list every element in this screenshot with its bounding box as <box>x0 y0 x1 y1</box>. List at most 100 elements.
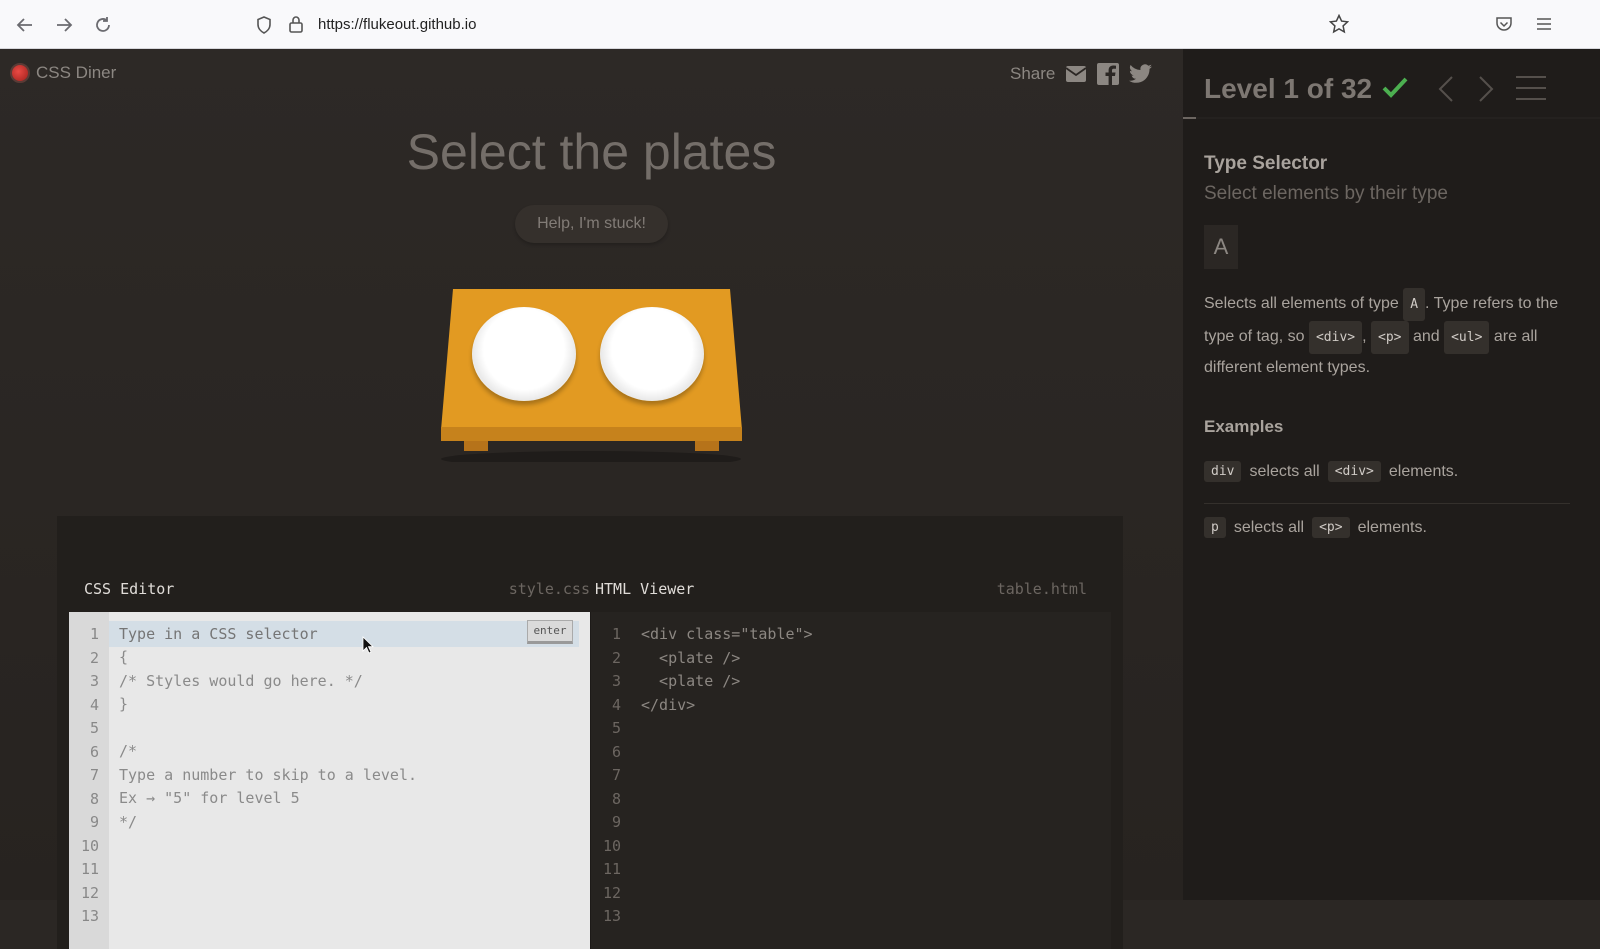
line-number: 7 <box>611 766 621 784</box>
logo[interactable]: CSS Diner <box>10 63 116 83</box>
code-chip: div <box>1204 461 1242 482</box>
plate[interactable] <box>600 307 704 401</box>
html-code-line: <plate /> <box>641 648 741 667</box>
line-number: 6 <box>89 742 99 761</box>
line-number: 7 <box>89 766 99 784</box>
shield-icon[interactable] <box>256 16 272 38</box>
html-viewer-header: HTML Viewer table.html <box>595 516 1087 598</box>
selector-input-row[interactable]: enter <box>109 620 579 647</box>
line-number: 2 <box>611 648 621 667</box>
level-header: Level 1 of 32 <box>1204 73 1408 105</box>
logo-dot-icon <box>10 63 30 83</box>
line-number: 3 <box>89 672 99 690</box>
line-number: 11 <box>80 860 99 878</box>
share-bar: Share <box>1010 63 1153 85</box>
help-button[interactable]: Help, I'm stuck! <box>515 205 668 243</box>
previous-level-icon[interactable] <box>1438 75 1454 107</box>
line-number: 13 <box>80 907 99 925</box>
line-number: 4 <box>611 695 621 714</box>
desc-text: Selects all elements of type <box>1204 295 1399 312</box>
browser-toolbar: https://flukeout.github.io <box>0 0 1600 49</box>
back-arrow-icon[interactable] <box>12 12 38 38</box>
cursor-icon <box>362 636 374 658</box>
line-number: 13 <box>602 907 621 925</box>
share-label: Share <box>1010 64 1056 83</box>
line-number: 9 <box>89 813 99 831</box>
email-icon[interactable] <box>1065 65 1087 83</box>
line-number: 8 <box>89 789 99 808</box>
html-code-line: <plate /> <box>641 672 741 690</box>
enter-button[interactable]: enter <box>527 620 573 644</box>
line-number: 3 <box>611 672 621 690</box>
url-text[interactable]: https://flukeout.github.io <box>318 16 476 33</box>
example-row: div selects all <div> elements. <box>1204 461 1458 482</box>
code-chip: <p> <box>1371 321 1409 354</box>
selector-description: Selects all elements of type A. Type ref… <box>1204 288 1589 381</box>
code-chip: <div> <box>1327 461 1381 482</box>
code-chip: <div> <box>1308 321 1363 354</box>
line-number: 2 <box>89 648 99 667</box>
html-viewer: 1 2 3 4 5 6 7 8 9 10 11 12 13 <div class="table"> <p… <box>590 612 1111 949</box>
line-number: 12 <box>80 883 99 902</box>
selector-subtitle: Select elements by their type <box>1204 183 1448 204</box>
pocket-icon[interactable] <box>1492 12 1516 36</box>
facebook-icon[interactable] <box>1097 63 1120 85</box>
code-chip: <p> <box>1312 517 1350 538</box>
example-text: selects all <box>1233 518 1305 536</box>
css-selector-input[interactable] <box>119 621 509 647</box>
css-code-line: */ <box>119 812 138 831</box>
example-divider <box>1204 503 1570 504</box>
css-editor-header: CSS Editor style.css <box>84 516 590 598</box>
line-number: 6 <box>611 742 621 761</box>
line-number: 9 <box>611 813 621 831</box>
examples-title: Examples <box>1204 417 1284 436</box>
next-level-icon[interactable] <box>1478 75 1494 107</box>
lock-icon[interactable] <box>288 15 304 37</box>
level-instruction: Select the plates <box>406 124 777 180</box>
line-number: 5 <box>611 719 621 737</box>
css-code-line: { <box>119 648 129 666</box>
example-text: elements. <box>1388 462 1459 480</box>
reload-icon[interactable] <box>90 12 116 38</box>
twitter-icon[interactable] <box>1129 64 1153 84</box>
css-code-line: } <box>119 695 129 713</box>
code-chip: <ul> <box>1444 321 1490 354</box>
css-editor: 12345678910111213 enter {/* Styles would… <box>69 612 590 949</box>
selector-syntax: A <box>1204 225 1238 269</box>
code-chip: p <box>1204 517 1226 538</box>
css-code-line: /* Styles would go here. */ <box>119 671 363 690</box>
line-number: 10 <box>602 836 621 855</box>
desc-text: , <box>1362 328 1367 345</box>
css-code-line: Ex → "5" for level 5 <box>119 789 300 807</box>
line-number: 1 <box>89 625 99 643</box>
line-number: 5 <box>89 719 99 737</box>
code-chip: A <box>1403 288 1426 321</box>
completed-check-icon <box>1382 76 1408 102</box>
forward-arrow-icon[interactable] <box>51 12 77 38</box>
line-number: 12 <box>602 883 621 902</box>
selector-name: Type Selector <box>1204 153 1328 174</box>
css-code-line: /* <box>119 742 138 760</box>
example-text: elements. <box>1357 518 1427 536</box>
css-code-line: Type a number to skip to a level. <box>119 765 418 784</box>
logo-text: CSS Diner <box>36 63 117 82</box>
line-number: 4 <box>89 695 99 714</box>
css-file-name: style.css <box>508 580 590 598</box>
plate[interactable] <box>472 307 576 401</box>
address-bar[interactable]: https://flukeout.github.io <box>257 8 1392 41</box>
desc-text: and <box>1412 328 1440 345</box>
game-area: CSS Diner Share Select the plates Help, … <box>0 49 1183 949</box>
line-number: 8 <box>611 789 621 808</box>
html-viewer-title: HTML Viewer <box>595 580 695 598</box>
level-sidebar: Level 1 of 32 Type Selector Select eleme… <box>1183 49 1600 900</box>
editor-panel: CSS Editor style.css HTML Viewer table.h… <box>57 516 1123 949</box>
html-file-name: table.html <box>996 580 1087 598</box>
level-menu-icon[interactable] <box>1515 75 1547 105</box>
table <box>438 287 745 467</box>
app-menu-icon[interactable] <box>1532 12 1556 36</box>
level-progress-fill <box>1183 117 1196 119</box>
level-indicator: Level 1 of 32 <box>1204 73 1373 104</box>
css-editor-title: CSS Editor <box>84 580 175 598</box>
html-code-line: </div> <box>641 695 696 714</box>
bookmark-star-icon[interactable] <box>1327 12 1351 36</box>
